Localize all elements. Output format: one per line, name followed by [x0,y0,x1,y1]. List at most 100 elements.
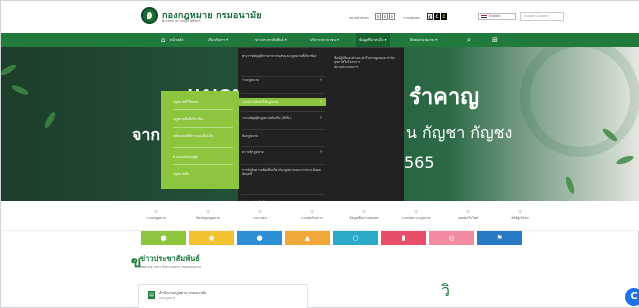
nav-contact[interactable]: ติดต่อหน่วยงาน ▾ [407,33,440,47]
menu-item-hirl[interactable]: ระบบบัญญัติกฎหมายท้องถิ่น (HIRL) › [242,115,326,121]
chat-widget-icon[interactable]: C [625,288,639,306]
law-enforcement-submenu: กฎหมายที่ใช้บังคับ กฎหมายอื่นที่เกี่ยวข้… [161,91,239,189]
chevron-right-icon: › [320,149,322,155]
section-icon: วิ [441,281,450,300]
gear-icon: ☰ [414,209,418,214]
contrast-yellow-button[interactable]: C [441,13,447,20]
flag-button[interactable]: ⚑ [477,231,522,245]
submenu-item-sample-bylaws[interactable]: ตัวอย่างข้อบัญญัติ [173,155,233,159]
font-medium-button[interactable]: ก [382,13,388,20]
nav-interesting-info[interactable]: ข้อมูลที่น่าสนใจ ▾ [356,33,390,47]
quick-links-bar: ☰ ระบบกฎหมาย ☰ ห้องสมุดกฎหมาย ☰ ถาม-ตอบ ☰ แบ… [1,201,639,231]
form-icon: ☰ [310,209,314,214]
globe-icon: ◉ [208,234,215,242]
info-icon: ☰ [362,209,366,214]
search-button[interactable]: ○ [333,231,378,245]
menu-item-law-enforcement[interactable]: ระบบการบังคับใช้กฎหมาย › [238,98,326,106]
contrast-normal-button[interactable]: C [427,13,433,20]
nav-home[interactable]: หน้าหลัก [167,33,187,47]
nav-services[interactable]: บริการประชาชน ▾ [307,33,342,47]
contrast-dark-button[interactable]: C [434,13,440,20]
cannabis-leaf-decoration [10,83,30,97]
google-search-input[interactable]: Google Custom [520,12,564,21]
font-size-label: ขนาดตัวอักษร [349,16,369,20]
menu-item-public-hearing[interactable]: การรับฟังความคิดเห็นเกี่ยวกับกฎหมายและกา… [242,168,326,177]
submenu-divider [173,147,233,148]
search-icon: ○ [352,234,359,242]
contrast-label: การแสดงผล [403,16,420,20]
hero-title-line2: จาก [132,125,161,144]
submenu-item-criteria[interactable]: หลักเกณฑ์วิธีการและเงื่อนไข [173,134,233,138]
quick-link[interactable]: ☰ แผนผังเว็บไซต์ [448,209,488,221]
quick-link[interactable]: ☰ ข้อมูลเพื่อการเผยแพร่ [344,209,384,221]
font-small-button[interactable]: ก [375,13,381,20]
rocket-button[interactable]: ▲ [285,231,330,245]
user-icon: ● [256,234,263,242]
menu-divider [241,194,325,195]
menu-item-guidelines[interactable]: ข้อปฏิบัติและคำแนะนำในการดูแลและกำกับสุข… [334,56,398,65]
nav-news[interactable]: ข่าวประชาสัมพันธ์ ▾ [252,33,290,47]
news-section-title: ข่าวประชาสัมพันธ์ [140,254,200,263]
submenu-divider [173,127,233,128]
cannabis-leaf-decoration [564,175,576,195]
cannabis-leaf-decoration [42,110,58,130]
chevron-right-icon: › [320,115,322,121]
hero-title-line2-right: น กัญชา กัญชง [406,123,513,142]
message-icon: ● [160,234,167,242]
nav-about[interactable]: เกี่ยวกับเรา ▾ [205,33,231,47]
quick-link[interactable]: ☰ ระบบกฎหมาย [136,209,176,221]
globe-button[interactable]: ◉ [189,231,234,245]
menu-divider [241,76,325,77]
menu-item-legal-provisions[interactable]: ข้อกฎหมาย [242,134,326,138]
menu-item-establishments[interactable]: สถานประกอบการ [334,65,398,69]
menu-divider [241,164,325,165]
submenu-divider [173,109,233,110]
site-logo[interactable] [141,7,158,24]
rocket-icon: ▲ [304,234,311,242]
submenu-item-court-orders[interactable]: กฎหมายอื่น [173,172,233,176]
flag-icon: ⚑ [496,234,503,242]
chevron-right-icon: › [320,77,322,83]
menu-divider [241,111,325,112]
quick-link[interactable]: ☰ แบบฟอร์มต่างๆ [292,209,332,221]
quick-link[interactable]: ☰ ห้องสมุดกฎหมาย [188,209,228,221]
department-seal-watermark [520,47,639,157]
cannabis-leaf-decoration [1,62,18,78]
menu-item-public-health-act[interactable]: พระราชบัญญัติการสาธารณสุขและกฎหมายที่เกี… [242,54,326,58]
chat-icon: ☰ [258,209,262,214]
submenu-item-enforced-laws[interactable]: กฎหมายที่ใช้บังคับ [173,100,233,104]
menu-item-draft-law[interactable]: ร่างกฎหมาย › [242,77,326,83]
target-icon: ◎ [448,234,455,242]
target-button[interactable]: ◎ [429,231,474,245]
sitemap-icon: ☰ [466,209,470,214]
menu-divider [241,129,325,130]
document-icon: ▤ [148,291,155,299]
menu-divider [241,93,325,94]
sitemap-icon[interactable]: ⊞ [492,35,498,45]
menu-item-legal-knowledge[interactable]: ความรู้กฎหมาย › [242,149,326,155]
doc-icon: ▮ [401,234,406,242]
submenu-divider [173,164,233,165]
document-button[interactable]: ▮ [381,231,426,245]
site-header: กองกฎหมาย กรมอนามัย Bureau of Legal Affa… [1,1,639,33]
quick-link[interactable]: ☰ ระบบจัดการกฎหมาย [396,209,436,221]
submenu-item-related-laws[interactable]: กฎหมายอื่นที่เกี่ยวข้อง [173,117,233,121]
menu-divider [241,146,325,147]
quick-link[interactable]: ☰ ถาม-ตอบ [240,209,280,221]
chevron-right-icon: › [320,99,322,105]
book-icon: ☰ [154,209,158,214]
font-large-button[interactable]: ก [389,13,395,20]
news-section-subtitle: ติดตามข่าวสาร กิจกรรมต่างๆ ของหน่วยงาน [140,265,201,269]
library-icon: ☰ [206,209,210,214]
news-card[interactable]: ▤ สำนักงานกฎหมาย กรมอนามัย กองกฎหมาย [138,284,308,308]
cannabis-leaf-decoration [615,154,635,166]
english-flag-icon [481,15,487,19]
browser-frame: กองกฎหมาย กรมอนามัย Bureau of Legal Affa… [0,0,639,308]
message-button[interactable]: ● [141,231,186,245]
news-card-subtitle: กองกฎหมาย [159,296,176,300]
user-button[interactable]: ● [237,231,282,245]
search-icon[interactable]: ⌕ [467,35,471,45]
main-nav: ⌂ หน้าหลัก เกี่ยวกับเรา ▾ ข่าวประชาสัมพั… [1,33,639,47]
quick-link[interactable]: ☰ สถิติผู้เข้าชม [500,209,540,221]
dropdown-menu: พระราชบัญญัติการสาธารณสุขและกฎหมายที่เกี… [238,47,404,213]
